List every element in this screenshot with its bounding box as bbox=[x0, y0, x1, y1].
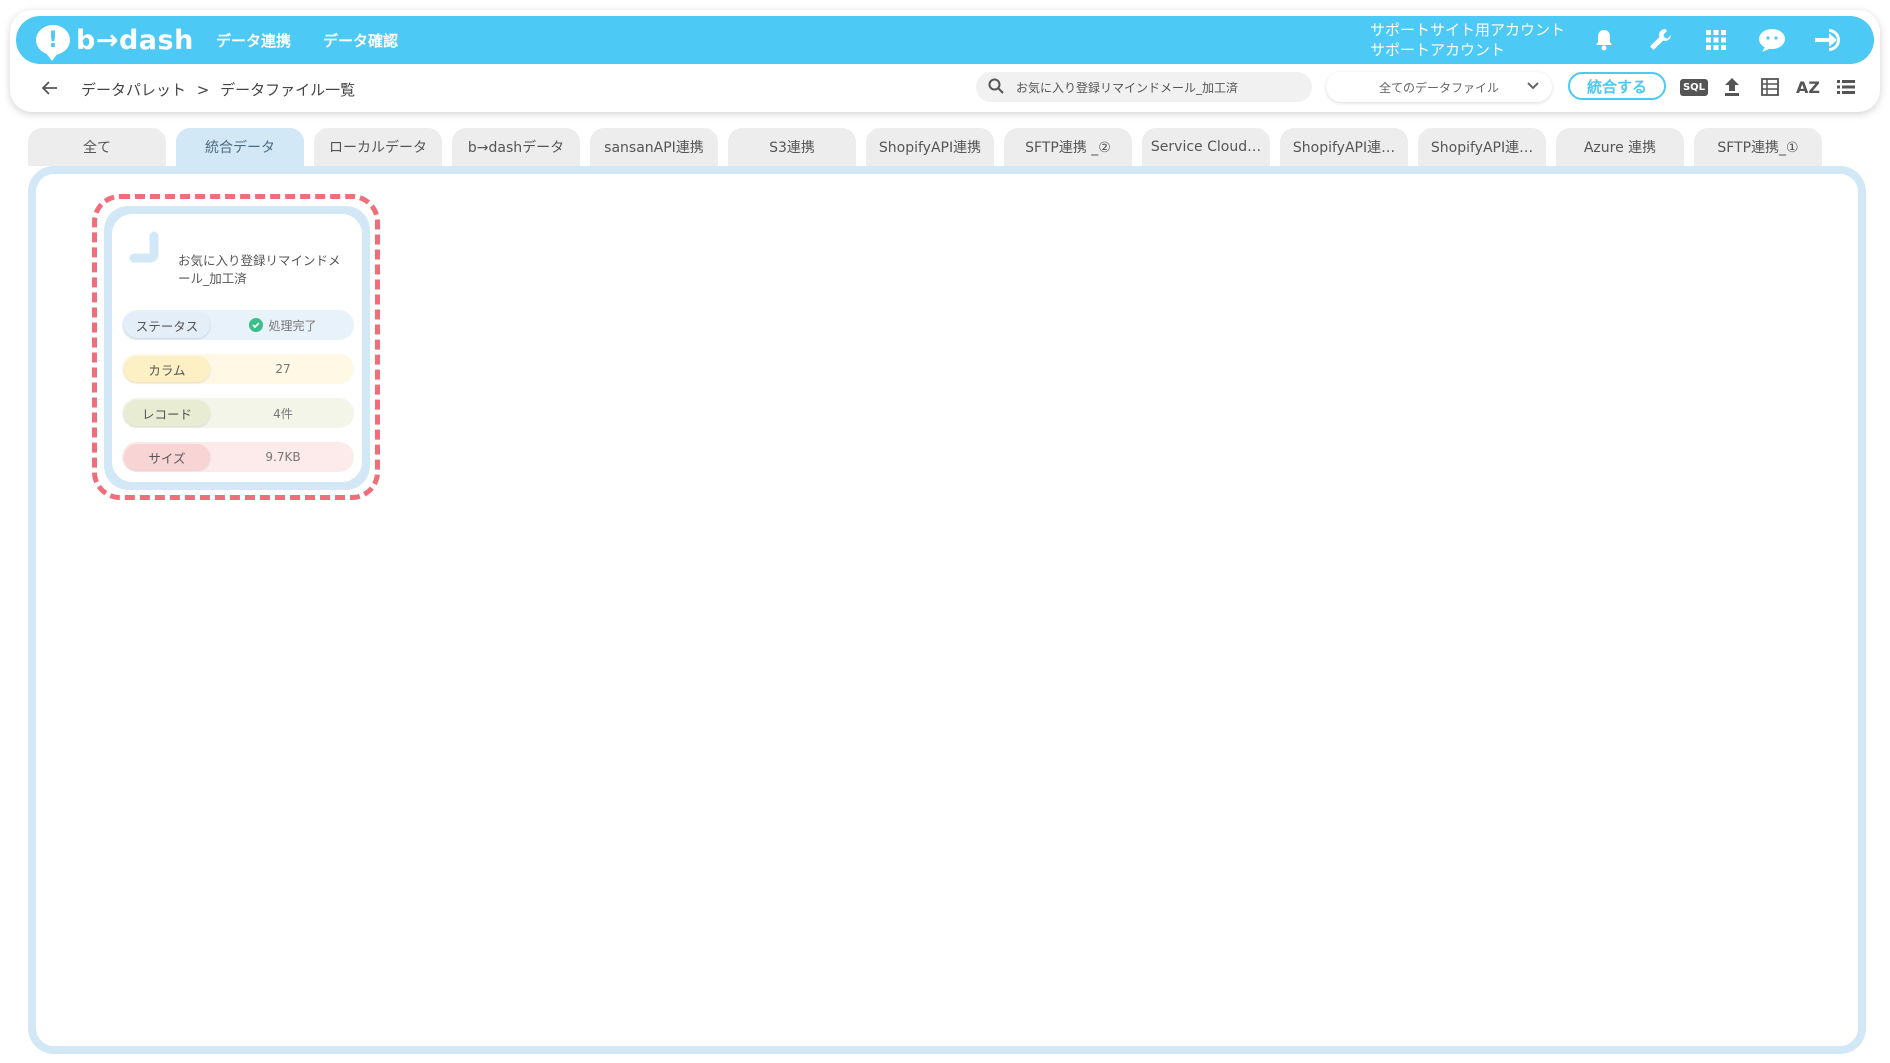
apps-grid-icon[interactable] bbox=[1700, 24, 1732, 56]
breadcrumb-separator: > bbox=[196, 81, 210, 99]
tab-shopify-api[interactable]: ShopifyAPI連携 bbox=[866, 128, 994, 166]
main-nav: データ連携 データ確認 bbox=[216, 16, 430, 64]
logo-text: b→dash bbox=[76, 24, 194, 56]
filter-selected-value: 全てのデータファイル bbox=[1378, 80, 1499, 95]
breadcrumb: データパレット > データファイル一覧 bbox=[81, 79, 361, 100]
data-category-tabs: 全て 統合データ ローカルデータ b→dashデータ sansanAPI連携 S… bbox=[28, 128, 1832, 166]
logo-bubble-icon: ! bbox=[36, 25, 70, 61]
tab-sansan-api[interactable]: sansanAPI連携 bbox=[590, 128, 718, 166]
back-arrow-icon[interactable] bbox=[38, 76, 62, 100]
highlight-dashed-frame bbox=[92, 194, 380, 500]
account-user-name: サポートアカウント bbox=[1370, 41, 1506, 59]
upload-icon[interactable] bbox=[1718, 73, 1746, 101]
sql-badge-label: SQL bbox=[1679, 78, 1709, 96]
header-icons bbox=[1564, 16, 1844, 64]
tab-service-cloud[interactable]: Service Cloud… bbox=[1142, 128, 1270, 166]
sub-toolbar: データパレット > データファイル一覧 全てのデータファイル 統合する SQL … bbox=[16, 70, 1874, 108]
wrench-icon[interactable] bbox=[1644, 24, 1676, 56]
top-navigation-bar: ! b→dash データ連携 データ確認 サポートサイト用アカウント サポートア… bbox=[16, 16, 1874, 64]
tab-bdash-data[interactable]: b→dashデータ bbox=[452, 128, 580, 166]
tab-shopify-api-3[interactable]: ShopifyAPI連… bbox=[1418, 128, 1546, 166]
sort-az-label: AZ bbox=[1796, 77, 1820, 97]
tab-all[interactable]: 全て bbox=[28, 128, 166, 166]
tab-s3[interactable]: S3連携 bbox=[728, 128, 856, 166]
account-site-name: サポートサイト用アカウント bbox=[1370, 21, 1566, 39]
view-tools: SQL AZ bbox=[1679, 70, 1870, 104]
chevron-down-icon bbox=[1526, 79, 1540, 96]
sort-az-icon[interactable]: AZ bbox=[1794, 73, 1822, 101]
bdash-logo[interactable]: ! b→dash bbox=[36, 22, 194, 61]
tab-shopify-api-2[interactable]: ShopifyAPI連… bbox=[1280, 128, 1408, 166]
tab-sftp-2[interactable]: SFTP連携 _② bbox=[1004, 128, 1132, 166]
sql-icon[interactable]: SQL bbox=[1679, 73, 1709, 101]
breadcrumb-current: データファイル一覧 bbox=[220, 81, 356, 99]
nav-data-confirmation[interactable]: データ確認 bbox=[323, 30, 398, 51]
tab-integrated-data[interactable]: 統合データ bbox=[176, 128, 304, 166]
tab-sftp-1[interactable]: SFTP連携_① bbox=[1694, 128, 1822, 166]
data-file-filter-select[interactable]: 全てのデータファイル bbox=[1326, 72, 1552, 102]
logout-icon[interactable] bbox=[1812, 24, 1844, 56]
nav-data-integration[interactable]: データ連携 bbox=[216, 30, 291, 51]
list-view-icon[interactable] bbox=[1832, 73, 1860, 101]
search-icon bbox=[988, 78, 1006, 96]
account-info[interactable]: サポートサイト用アカウント サポートアカウント bbox=[1370, 20, 1565, 60]
support-chat-icon[interactable] bbox=[1756, 24, 1788, 56]
search-box bbox=[976, 72, 1312, 102]
search-input[interactable] bbox=[1014, 79, 1308, 95]
table-view-icon[interactable] bbox=[1756, 73, 1784, 101]
breadcrumb-parent[interactable]: データパレット bbox=[81, 81, 186, 99]
bell-icon[interactable] bbox=[1588, 24, 1620, 56]
merge-button[interactable]: 統合する bbox=[1568, 72, 1666, 100]
tab-azure[interactable]: Azure 連携 bbox=[1556, 128, 1684, 166]
tab-local-data[interactable]: ローカルデータ bbox=[314, 128, 442, 166]
